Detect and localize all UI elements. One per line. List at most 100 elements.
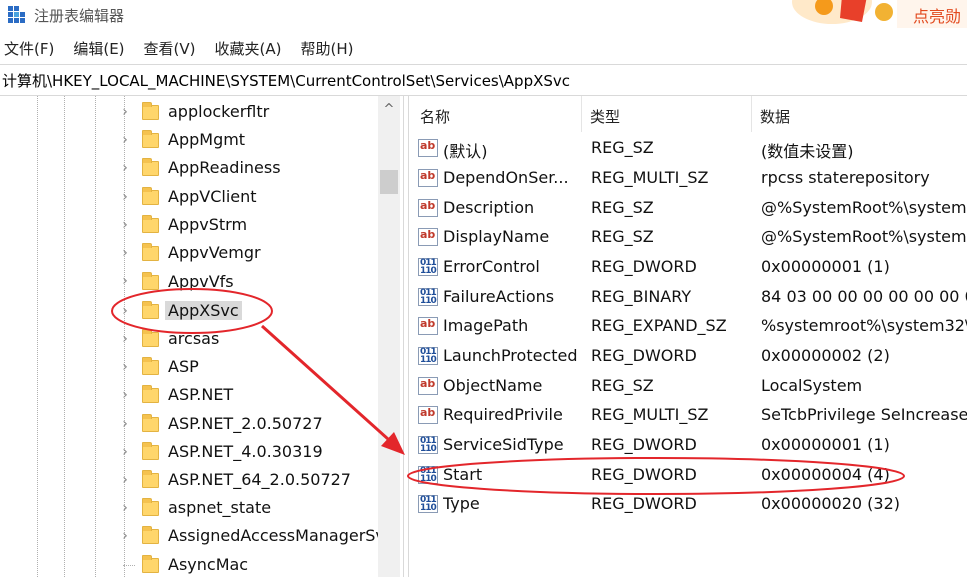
value-row[interactable]: 011 110 ErrorControl REG_DWORD 0x00000001… xyxy=(410,253,967,282)
chevron-right-icon[interactable]: › xyxy=(117,245,133,261)
value-name: ObjectName xyxy=(443,376,543,395)
chevron-right-icon[interactable]: › xyxy=(117,160,133,176)
value-data: @%SystemRoot%\system32 xyxy=(761,198,967,217)
chevron-right-icon[interactable]: › xyxy=(117,387,133,403)
folder-icon xyxy=(142,243,159,261)
value-type: REG_DWORD xyxy=(591,494,697,513)
tree-item[interactable]: › AppReadiness xyxy=(0,155,378,183)
binary-value-icon: 011 110 xyxy=(418,288,438,306)
tree-item[interactable]: › applockerfltr xyxy=(0,99,378,127)
key-tree[interactable]: › applockerfltr › AppMgmt › AppReadiness… xyxy=(0,96,403,577)
chevron-right-icon[interactable]: › xyxy=(117,472,133,488)
scroll-up-icon[interactable]: ^ xyxy=(378,102,400,118)
tree-item[interactable]: › AssignedAccessManagerSvc xyxy=(0,523,394,551)
folder-icon xyxy=(142,272,159,290)
folder-icon xyxy=(142,470,159,488)
column-header-type[interactable]: 类型 xyxy=(590,106,620,127)
tree-item[interactable]: AsyncMac xyxy=(0,552,378,577)
tree-item[interactable]: › ASP.NET xyxy=(0,382,378,410)
menu-edit[interactable]: 编辑(E) xyxy=(69,36,128,62)
value-data: SeTcbPrivilege SeIncreaseQuota xyxy=(761,405,967,424)
value-type: REG_MULTI_SZ xyxy=(591,168,709,187)
folder-icon xyxy=(142,357,159,375)
menu-view[interactable]: 查看(V) xyxy=(140,36,200,62)
value-row[interactable]: 011 110 LaunchProtected REG_DWORD 0x00000… xyxy=(410,342,967,371)
binary-value-icon: 011 110 xyxy=(418,495,438,513)
value-row[interactable]: ab Description REG_SZ @%SystemRoot%\syst… xyxy=(410,194,967,223)
value-name: LaunchProtected xyxy=(443,346,578,365)
tree-item[interactable]: › aspnet_state xyxy=(0,495,378,523)
value-data: 0x00000001 (1) xyxy=(761,435,890,454)
chevron-right-icon[interactable]: › xyxy=(117,217,133,233)
value-row[interactable]: ab DependOnSer... REG_MULTI_SZ rpcss sta… xyxy=(410,164,967,193)
chevron-right-icon[interactable]: › xyxy=(117,528,133,544)
folder-icon xyxy=(142,102,159,120)
tree-item-label: AppvStrm xyxy=(168,215,248,234)
chevron-right-icon[interactable]: › xyxy=(117,359,133,375)
tree-item[interactable]: › ASP.NET_64_2.0.50727 xyxy=(0,467,378,495)
value-list[interactable]: 名称 类型 数据 ab (默认) REG_SZ (数值未设置) ab Depen… xyxy=(410,96,967,577)
tree-item[interactable]: › AppVClient xyxy=(0,184,378,212)
menu-favorites[interactable]: 收藏夹(A) xyxy=(211,36,286,62)
value-row[interactable]: ab DisplayName REG_SZ @%SystemRoot%\syst… xyxy=(410,223,967,252)
folder-icon xyxy=(142,414,159,432)
tree-item-selected[interactable]: › AppXSvc xyxy=(0,298,378,326)
value-name: (默认) xyxy=(443,142,488,161)
pane-splitter[interactable] xyxy=(403,96,409,577)
column-divider[interactable] xyxy=(751,96,752,132)
value-type: REG_DWORD xyxy=(591,346,697,365)
string-value-icon: ab xyxy=(418,139,438,157)
chevron-right-icon[interactable]: › xyxy=(117,273,133,289)
value-data: (数值未设置) xyxy=(761,142,854,161)
chevron-right-icon[interactable]: › xyxy=(117,303,133,319)
folder-icon xyxy=(142,329,159,347)
value-type: REG_SZ xyxy=(591,227,654,246)
tree-item[interactable]: › arcsas xyxy=(0,326,378,354)
tree-item[interactable]: › AppvVemgr xyxy=(0,240,378,268)
value-type: REG_DWORD xyxy=(591,257,697,276)
chevron-right-icon[interactable]: › xyxy=(117,416,133,432)
tree-item-label: AppXSvc xyxy=(165,301,242,320)
string-value-icon: ab xyxy=(418,317,438,335)
chevron-right-icon[interactable]: › xyxy=(117,500,133,516)
chevron-right-icon[interactable]: › xyxy=(117,104,133,120)
value-row[interactable]: ab ImagePath REG_EXPAND_SZ %systemroot%\… xyxy=(410,312,967,341)
value-name: ErrorControl xyxy=(443,257,540,276)
tree-item-label: AppVClient xyxy=(168,187,257,206)
folder-icon xyxy=(142,215,159,233)
chevron-right-icon[interactable]: › xyxy=(117,444,133,460)
tree-item[interactable]: › AppvStrm xyxy=(0,212,378,240)
scroll-thumb[interactable] xyxy=(380,170,398,194)
binary-value-icon: 011 110 xyxy=(418,347,438,365)
chevron-right-icon[interactable]: › xyxy=(117,331,133,347)
regedit-app-icon xyxy=(8,6,25,23)
value-row[interactable]: ab RequiredPrivile REG_MULTI_SZ SeTcbPri… xyxy=(410,401,967,430)
tree-item[interactable]: › ASP.NET_2.0.50727 xyxy=(0,411,378,439)
menu-file[interactable]: 文件(F) xyxy=(0,36,58,62)
value-row-start[interactable]: 011 110 Start REG_DWORD 0x00000004 (4) xyxy=(410,461,967,490)
title-bar: 注册表编辑器 点亮勋 xyxy=(0,0,967,30)
tree-item[interactable]: › ASP.NET_4.0.30319 xyxy=(0,439,378,467)
address-path[interactable]: 计算机\HKEY_LOCAL_MACHINE\SYSTEM\CurrentCon… xyxy=(2,70,570,91)
value-row[interactable]: 011 110 ServiceSidType REG_DWORD 0x000000… xyxy=(410,431,967,460)
menu-help[interactable]: 帮助(H) xyxy=(296,36,357,62)
menu-bar: 文件(F) 编辑(E) 查看(V) 收藏夹(A) 帮助(H) xyxy=(0,36,368,62)
value-row[interactable]: ab ObjectName REG_SZ LocalSystem xyxy=(410,372,967,401)
value-row[interactable]: ab (默认) REG_SZ (数值未设置) xyxy=(410,134,967,163)
tree-item[interactable]: › AppMgmt xyxy=(0,127,378,155)
chevron-right-icon[interactable]: › xyxy=(117,189,133,205)
address-bar[interactable]: 计算机\HKEY_LOCAL_MACHINE\SYSTEM\CurrentCon… xyxy=(0,64,967,96)
promo-badge[interactable]: 点亮勋 xyxy=(792,0,967,38)
value-type: REG_DWORD xyxy=(591,435,697,454)
column-header-name[interactable]: 名称 xyxy=(420,106,450,127)
value-row[interactable]: 011 110 Type REG_DWORD 0x00000020 (32) xyxy=(410,490,967,519)
string-value-icon: ab xyxy=(418,199,438,217)
value-name: RequiredPrivile xyxy=(443,405,563,424)
tree-item[interactable]: › ASP xyxy=(0,354,378,382)
list-header: 名称 类型 数据 xyxy=(410,96,967,134)
column-divider[interactable] xyxy=(581,96,582,132)
value-row[interactable]: 011 110 FailureActions REG_BINARY 84 03 0… xyxy=(410,283,967,312)
tree-scrollbar[interactable]: ^ xyxy=(378,96,400,577)
chevron-right-icon[interactable]: › xyxy=(117,132,133,148)
column-header-data[interactable]: 数据 xyxy=(760,106,790,127)
